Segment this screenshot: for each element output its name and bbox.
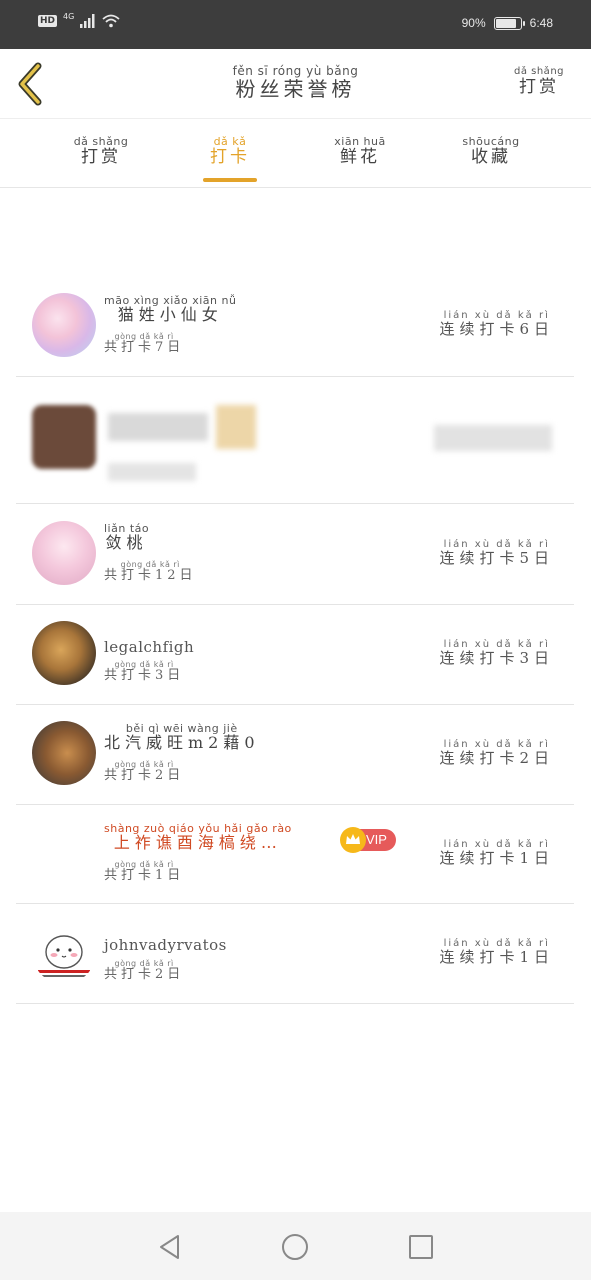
list-item-blurred[interactable]	[16, 377, 574, 504]
avatar	[32, 920, 96, 984]
battery-level	[495, 18, 517, 28]
tab-pinyin: dǎ kǎ	[213, 135, 247, 148]
list-item[interactable]: legalchfigh gòng dǎ kǎ rì 共打卡3日 lián xù d…	[16, 605, 574, 705]
circle-home-icon	[282, 1234, 308, 1260]
battery-percent: 90%	[461, 16, 486, 30]
signal-icon	[80, 14, 95, 28]
blurred-name	[108, 413, 208, 441]
active-tab-indicator	[203, 178, 257, 182]
total-checkins: 共打卡12日	[104, 568, 197, 583]
total-checkins: 共打卡1日	[104, 868, 185, 883]
streak-days: 连续打卡6日	[439, 320, 554, 338]
list-item[interactable]: běi qì wēi wàng jiè 北汽威旺m2藉0 gòng dǎ kǎ r…	[16, 705, 574, 805]
total-checkins: 共打卡3日	[104, 668, 185, 683]
avatar	[32, 405, 96, 469]
square-recents-icon	[409, 1235, 433, 1259]
page-title-pinyin: fěn sī róng yù bǎng	[232, 64, 359, 78]
tab-pinyin: shōucáng	[462, 135, 520, 148]
crown-icon	[340, 827, 366, 853]
status-right: 90% 6:48	[462, 16, 553, 30]
user-name: 上祚谯酉海槁绕…	[113, 833, 282, 852]
user-name: legalchfigh	[104, 638, 195, 656]
reward-pinyin: dǎ shǎng	[513, 66, 564, 77]
nav-home-button[interactable]	[280, 1232, 310, 1262]
hd-badge: HD	[38, 15, 58, 27]
tab-bar: dǎ shǎng 打赏 dǎ kǎ 打卡 xiān huā 鲜花 shōucáng 收藏	[0, 120, 591, 188]
tab-pinyin: dǎ shǎng	[73, 135, 129, 148]
avatar	[32, 521, 96, 585]
list-item[interactable]: liǎn táo 敛桃 gòng dǎ kǎ rì 共打卡12日 lián xù d…	[16, 504, 574, 605]
blurred-total	[108, 463, 196, 481]
streak-days: 连续打卡3日	[439, 649, 554, 667]
streak-days: 连续打卡5日	[439, 549, 554, 567]
system-nav-bar	[0, 1212, 591, 1280]
blurred-badge	[216, 405, 256, 449]
tab-label: 鲜花	[340, 147, 380, 167]
streak-days: 连续打卡1日	[439, 948, 554, 966]
total-checkins: 共打卡7日	[104, 340, 185, 355]
vip-label: VIP	[366, 832, 387, 847]
status-bar: HD 4G 90% 6:48	[0, 0, 591, 49]
avatar	[32, 721, 96, 785]
avatar	[32, 293, 96, 357]
user-name: 敛桃	[105, 533, 148, 552]
total-checkins: 共打卡2日	[104, 967, 185, 982]
streak-days: 连续打卡2日	[439, 749, 554, 767]
total-checkins: 共打卡2日	[104, 768, 185, 783]
user-name: 猫姓小仙女	[117, 305, 223, 324]
blurred-streak	[434, 425, 552, 451]
user-name: johnvadyrvatos	[104, 936, 227, 954]
triangle-back-icon	[160, 1235, 179, 1259]
user-name: 北汽威旺m2藉0	[104, 733, 260, 752]
tab-flowers[interactable]: xiān huā 鲜花	[315, 136, 405, 166]
avatar-illustration	[38, 935, 90, 977]
list-item[interactable]: johnvadyrvatos gòng dǎ kǎ rì 共打卡2日 lián x…	[16, 904, 574, 1004]
status-left: HD 4G	[38, 11, 120, 28]
list-item[interactable]: māo xìng xiǎo xiān nǚ 猫姓小仙女 gòng dǎ kǎ rì…	[16, 277, 574, 377]
tab-favorites[interactable]: shōucáng 收藏	[446, 136, 536, 166]
network-type: 4G	[63, 11, 75, 21]
clock: 6:48	[529, 16, 553, 30]
tab-checkin[interactable]: dǎ kǎ 打卡	[185, 136, 275, 166]
tab-reward[interactable]: dǎ shǎng 打赏	[56, 136, 146, 166]
reward-label: 打赏	[518, 77, 559, 97]
nav-back-button[interactable]	[155, 1232, 185, 1262]
title-bar: fěn sī róng yù bǎng 粉丝荣誉榜 dǎ shǎng 打赏	[0, 49, 591, 119]
streak-days: 连续打卡1日	[439, 849, 554, 867]
page-title-text: 粉丝荣誉榜	[235, 77, 356, 101]
tab-label: 收藏	[471, 147, 511, 167]
page-title: fěn sī róng yù bǎng 粉丝荣誉榜	[0, 65, 591, 100]
tab-pinyin: xiān huā	[334, 135, 386, 148]
wifi-icon	[102, 14, 120, 28]
vip-badge: VIP	[340, 827, 396, 853]
battery-icon	[493, 16, 525, 30]
avatar	[32, 621, 96, 685]
list-item[interactable]: shàng zuò qiáo yǒu hǎi gǎo rào 上祚谯酉海槁绕… V…	[16, 805, 574, 904]
tab-label: 打卡	[210, 147, 250, 167]
nav-recents-button[interactable]	[406, 1232, 436, 1262]
reward-button[interactable]: dǎ shǎng 打赏	[514, 67, 564, 96]
tab-label: 打赏	[81, 147, 121, 167]
